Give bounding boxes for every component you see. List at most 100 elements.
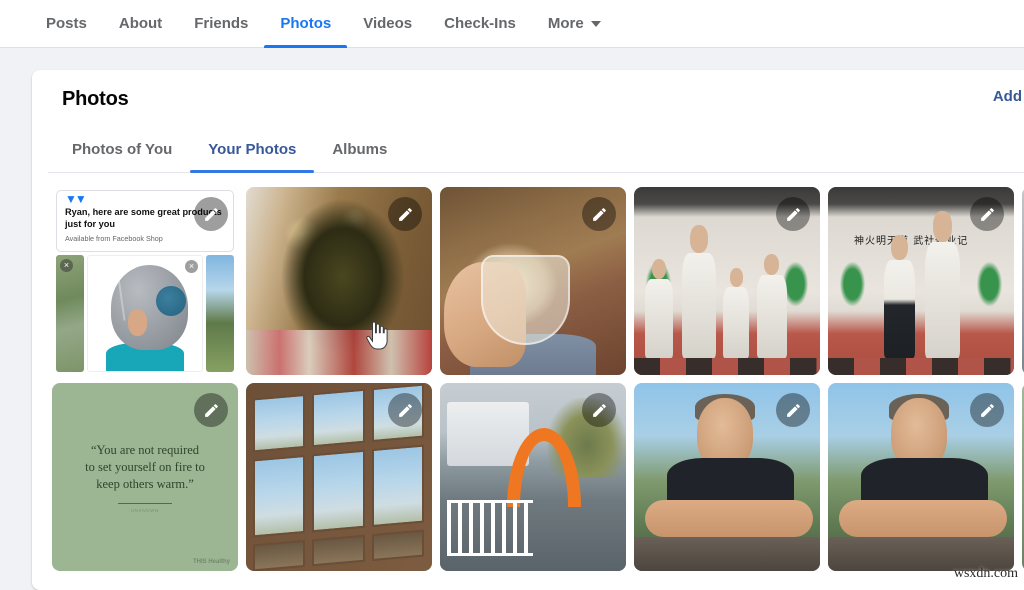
chevron-down-icon [591,21,601,27]
edit-photo-button[interactable] [194,197,228,231]
person-shape [925,242,960,359]
pencil-icon [979,402,996,419]
person-shape [645,279,673,358]
tab-photos-of-you[interactable]: Photos of You [54,133,190,172]
window-pane [253,454,305,537]
photo-tile-facebook-shop-ad[interactable]: ▼▼ Ryan, here are some great products ju… [52,187,238,375]
person-shape [757,275,787,358]
photo-tile-martial-arts-group[interactable] [634,187,820,375]
tab-your-photos[interactable]: Your Photos [190,133,314,172]
divider [118,503,172,504]
ad-product-main[interactable]: × [87,255,203,372]
photo-tile-christmas-tree[interactable] [246,187,432,375]
nav-tab-label: About [119,15,162,32]
sub-tab-label: Photos of You [72,141,172,158]
person-shape [723,287,749,358]
product-ear-shape [156,286,186,316]
edit-photo-button[interactable] [776,393,810,427]
ad-product-carousel: × × [56,255,234,372]
nav-tab-photos[interactable]: Photos [264,0,347,47]
nav-tab-more[interactable]: More [532,0,617,47]
person-shape [884,260,916,358]
arms-shape [839,500,1006,538]
sub-tab-label: Albums [332,141,387,158]
ad-subtext: Available from Facebook Shop [65,234,225,243]
pencil-icon [591,402,608,419]
head-shape [933,211,951,241]
pencil-icon [397,206,414,223]
deck-rail-shape [634,537,820,571]
product-face-shape [128,309,147,337]
photo-grid: ▼▼ Ryan, here are some great products ju… [48,187,1024,571]
site-watermark: wsxdn.com [954,566,1018,582]
window-pane [372,444,424,527]
pencil-icon [785,402,802,419]
facebook-logo-icon: ▼▼ [65,195,80,204]
photos-sub-tabs: Photos of You Your Photos Albums [48,133,1024,173]
arms-shape [645,500,812,538]
nav-tab-label: Posts [46,15,87,32]
nav-tab-label: Check-Ins [444,15,516,32]
pencil-icon [397,402,414,419]
edit-photo-button[interactable] [970,197,1004,231]
fence-shape [447,500,533,556]
pencil-icon [785,206,802,223]
photo-tile-portrait-1[interactable] [634,383,820,571]
pencil-icon [979,206,996,223]
window-pane [313,534,365,565]
pencil-icon [203,402,220,419]
close-icon[interactable]: × [185,260,198,273]
edit-photo-button[interactable] [970,393,1004,427]
nav-tab-label: Photos [280,15,331,32]
tab-albums[interactable]: Albums [314,133,405,172]
edit-photo-button[interactable] [194,393,228,427]
photos-card-header: Photos Add [48,88,1024,111]
sub-tab-label: Your Photos [208,141,296,158]
presents-shape [246,330,432,375]
quote-brand-watermark: THIS Healthy [193,559,230,565]
glass-shape [481,255,570,345]
nav-tab-check-ins[interactable]: Check-Ins [428,0,532,47]
edit-photo-button[interactable] [776,197,810,231]
window-pane [313,449,365,532]
pencil-icon [203,206,220,223]
close-icon[interactable]: × [60,259,73,272]
photo-tile-halloween-race[interactable] [440,383,626,571]
edit-photo-button[interactable] [582,393,616,427]
profile-nav: Posts About Friends Photos Videos Check-… [0,0,1024,48]
edit-photo-button[interactable] [388,393,422,427]
ad-product-left[interactable]: × [56,255,84,372]
edit-photo-button[interactable] [388,197,422,231]
head-shape [891,235,907,260]
window-pane [313,388,365,446]
window-pane [253,539,305,570]
quote-line-1: “You are not required [91,442,199,459]
nav-tab-about[interactable]: About [103,0,178,47]
quote-attribution: UNKNOWN [131,508,159,513]
photo-tile-wine-glass[interactable] [440,187,626,375]
photo-tile-quote[interactable]: “You are not required to set yourself on… [52,383,238,571]
window-pane [372,529,424,560]
head-shape [730,268,744,287]
photo-tile-windows[interactable] [246,383,432,571]
nav-tab-videos[interactable]: Videos [347,0,428,47]
pencil-icon [591,206,608,223]
add-photos-button[interactable]: Add [993,88,1024,105]
quote-line-2: to set yourself on fire to [85,459,205,476]
photo-tile-portrait-2[interactable] [828,383,1014,571]
nav-tab-label: More [548,15,584,32]
page-title: Photos [48,88,129,111]
window-pane [253,393,305,451]
quote-line-3: keep others warm.” [96,476,194,493]
person-shape [682,253,715,358]
nav-tab-friends[interactable]: Friends [178,0,264,47]
edit-photo-button[interactable] [582,197,616,231]
floor-mat-shape [634,358,820,375]
photo-tile-martial-arts-pair[interactable]: 神火明天道 武社修业记 [828,187,1014,375]
nav-tab-posts[interactable]: Posts [30,0,103,47]
nav-tab-label: Friends [194,15,248,32]
floor-mat-shape [828,358,1014,375]
head-shape [652,259,667,280]
photos-card: Photos Add Photos of You Your Photos Alb… [32,70,1024,590]
ad-product-right[interactable] [206,255,234,372]
